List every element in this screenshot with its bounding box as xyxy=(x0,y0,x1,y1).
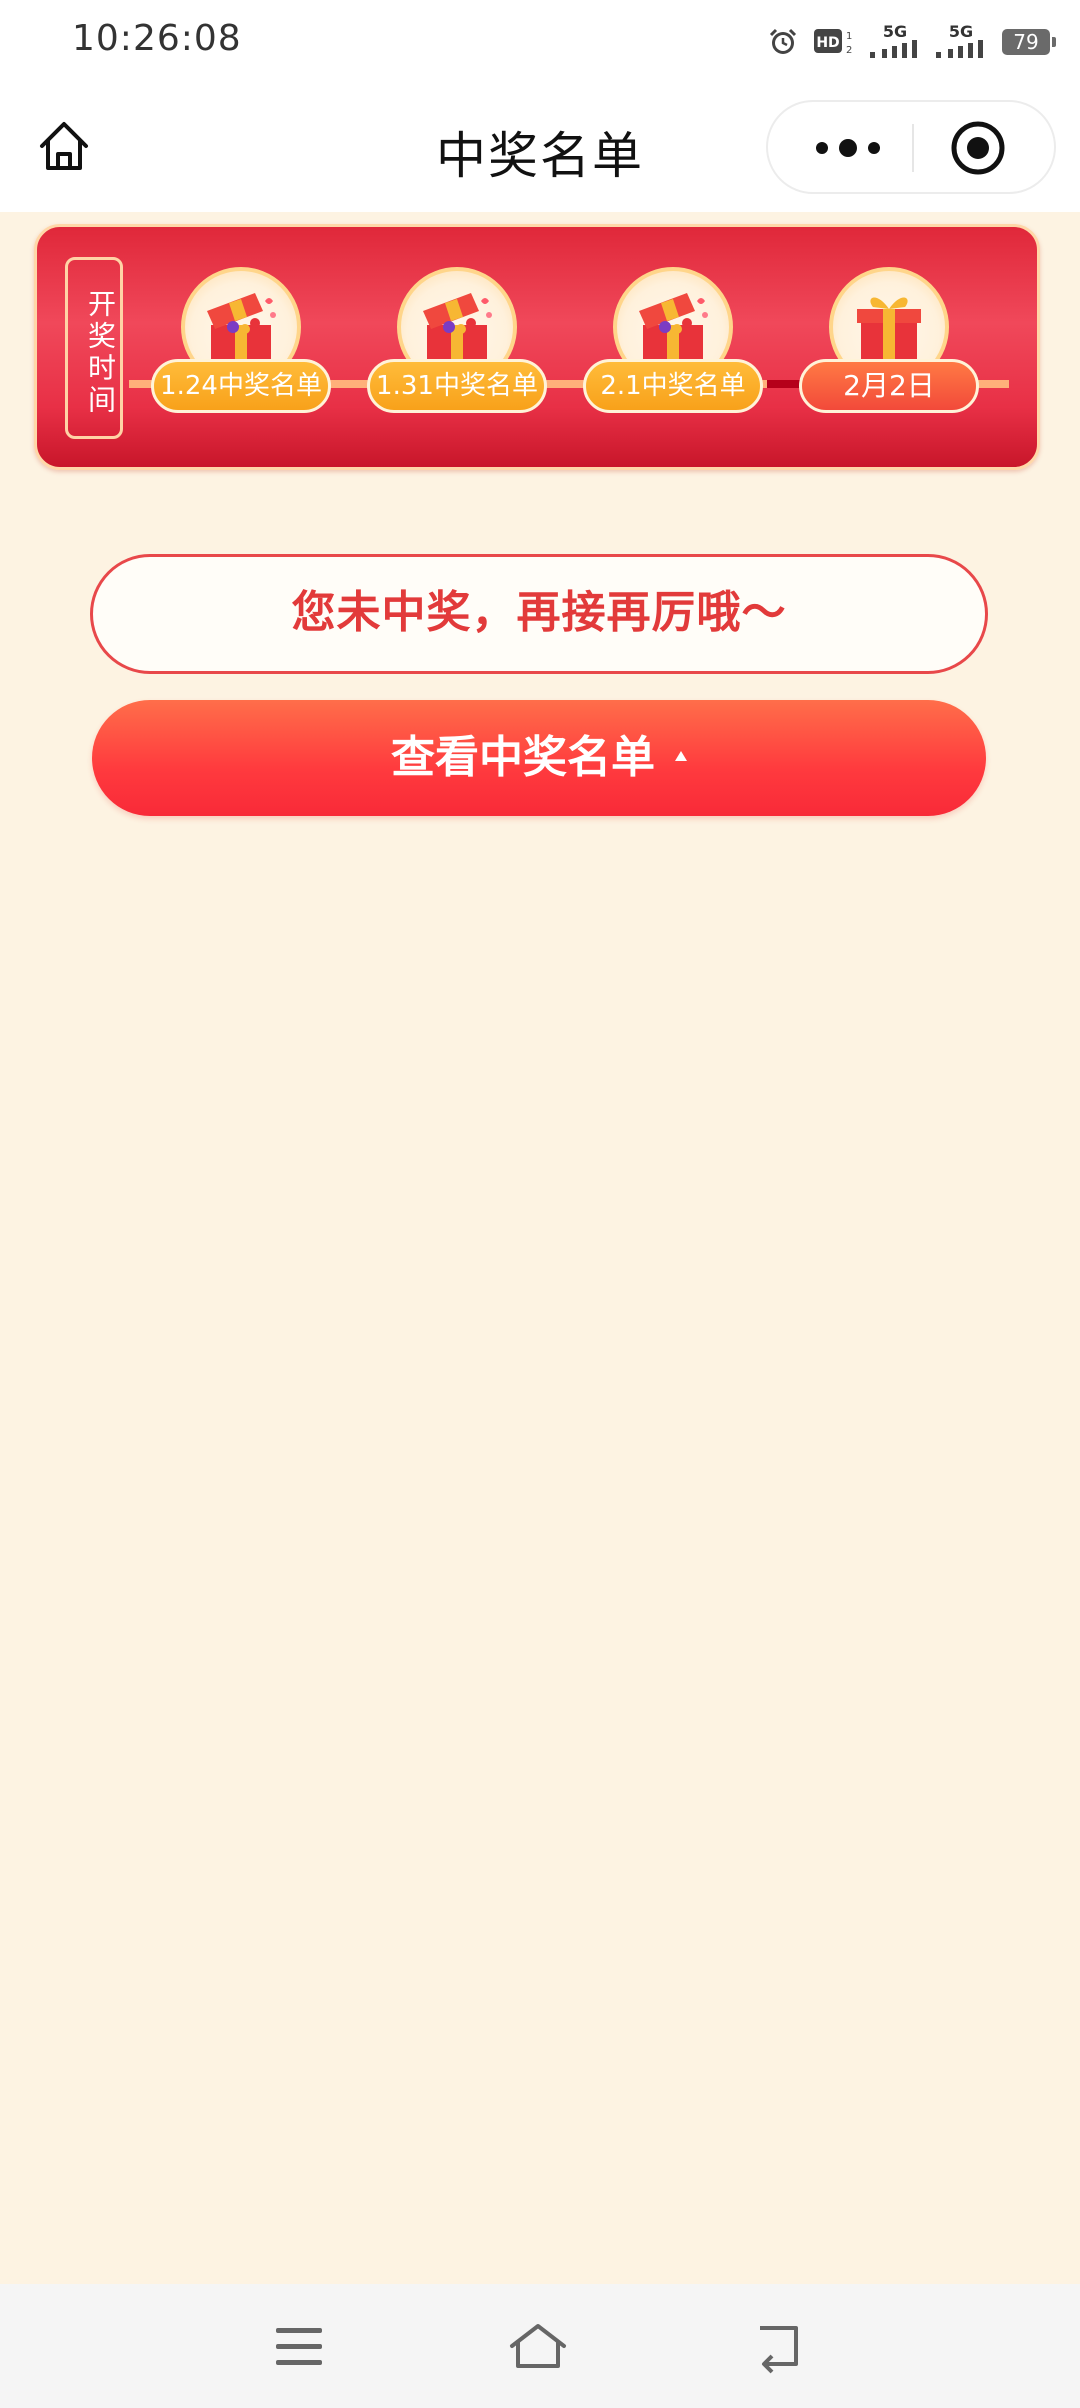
signal-label-2: 5G xyxy=(948,22,974,41)
status-time: 10:26:08 xyxy=(72,18,242,59)
stage-item[interactable]: 2.1中奖名单 xyxy=(583,267,763,447)
close-mini-program-button[interactable] xyxy=(948,118,1008,178)
more-dots-icon xyxy=(816,139,880,157)
draw-time-label: 开奖时间 xyxy=(65,257,123,439)
stage-item-current[interactable]: 2月2日 xyxy=(799,267,979,447)
draw-timeline-banner: 开奖时间 1.24中奖名单 1.31中奖名单 2.1中奖名单 2月2日 xyxy=(34,224,1040,470)
alarm-icon xyxy=(768,27,798,57)
view-winners-button[interactable]: 查看中奖名单 xyxy=(92,700,986,816)
stage-label: 2.1中奖名单 xyxy=(583,359,763,413)
caret-up-icon xyxy=(675,751,687,761)
stage-label-current: 2月2日 xyxy=(799,359,979,413)
stage-item[interactable]: 1.24中奖名单 xyxy=(151,267,331,447)
nav-bar: 中奖名单 xyxy=(0,88,1080,212)
more-button[interactable] xyxy=(808,124,888,172)
back-button[interactable] xyxy=(750,2320,810,2374)
stage-label: 1.31中奖名单 xyxy=(367,359,547,413)
stage-label: 1.24中奖名单 xyxy=(151,359,331,413)
stage-item[interactable]: 1.31中奖名单 xyxy=(367,267,547,447)
target-icon xyxy=(951,121,1005,175)
svg-text:2: 2 xyxy=(846,45,852,56)
signal-label-1: 5G xyxy=(882,22,908,41)
hd-label: HD xyxy=(816,35,839,51)
back-icon xyxy=(760,2326,798,2374)
signal-bars-icon xyxy=(870,40,917,58)
view-winners-label: 查看中奖名单 xyxy=(391,732,655,783)
signal-bars-icon xyxy=(936,40,983,58)
menu-icon xyxy=(276,2328,322,2365)
signal-5g-1: 5G xyxy=(870,24,920,60)
system-nav-bar xyxy=(0,2284,1080,2408)
status-icons: HD 1 2 5G 5G 79 xyxy=(768,22,1056,62)
svg-text:1: 1 xyxy=(846,31,852,42)
result-message: 您未中奖，再接再厉哦～ xyxy=(90,554,988,674)
mini-program-capsule xyxy=(766,100,1056,194)
capsule-divider xyxy=(912,124,914,172)
home-outline-icon xyxy=(510,2324,566,2368)
system-home-button[interactable] xyxy=(508,2320,568,2374)
battery-indicator: 79 xyxy=(1002,29,1056,55)
hd-icon: HD 1 2 xyxy=(814,27,854,57)
signal-5g-2: 5G xyxy=(936,24,986,60)
status-bar: 10:26:08 HD 1 2 5G 5G 79 xyxy=(0,0,1080,88)
menu-button[interactable] xyxy=(270,2320,330,2374)
